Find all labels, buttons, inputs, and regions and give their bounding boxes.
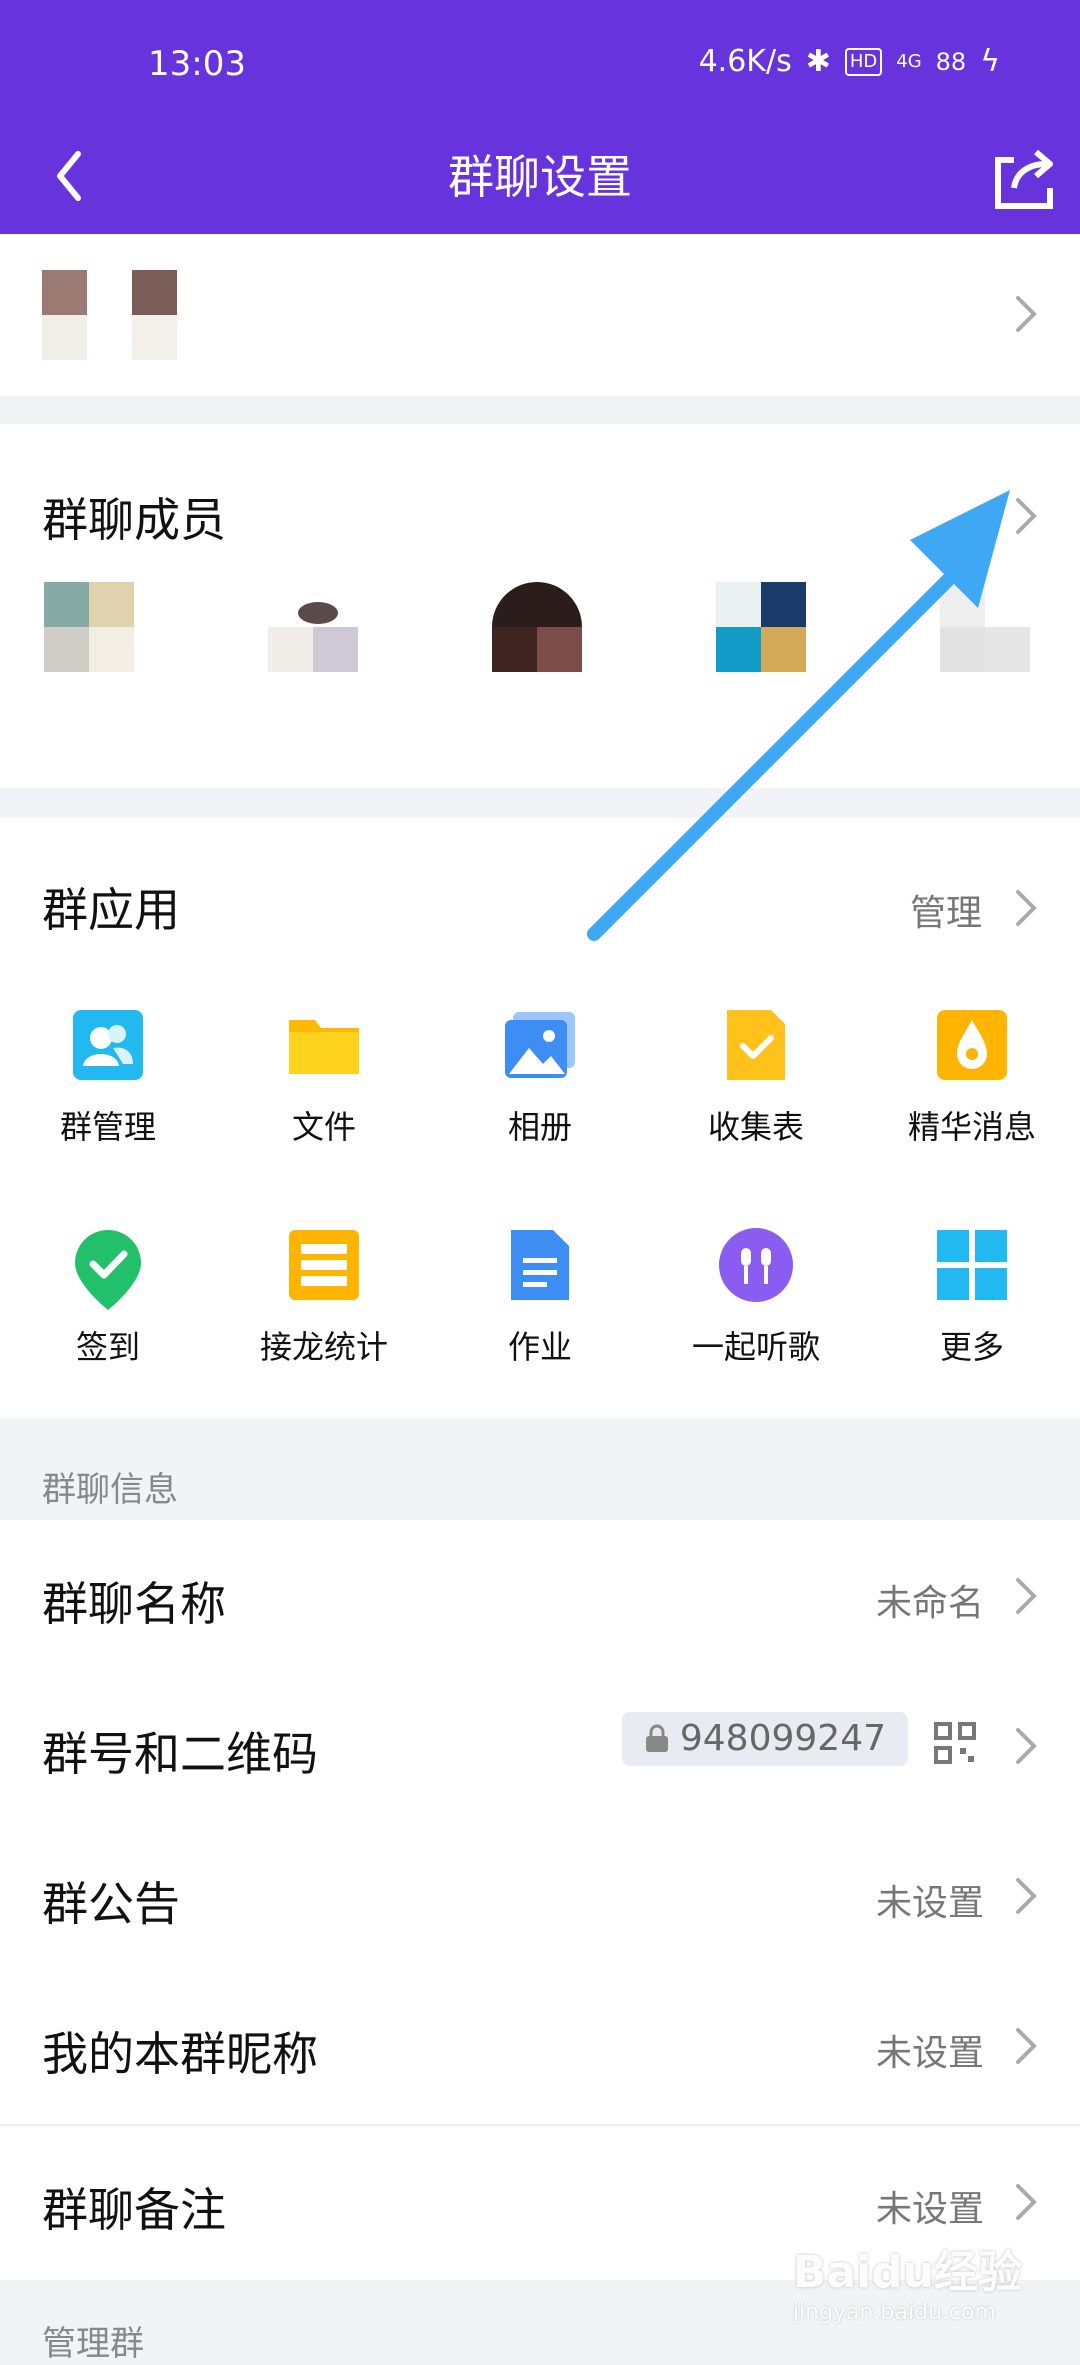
apps-manage-button[interactable]: 管理 xyxy=(910,884,982,936)
member-avatar[interactable] xyxy=(716,582,806,672)
music-icon xyxy=(717,1226,795,1304)
chevron-right-icon xyxy=(1014,2026,1038,2066)
app-label: 一起听歌 xyxy=(691,1328,820,1366)
app-label: 作业 xyxy=(507,1328,572,1366)
status-bar: 13:03 4.6K/s ✱ HD 4G 88 ϟ xyxy=(0,0,1080,130)
app-form[interactable]: 收集表 xyxy=(648,1006,864,1148)
baidu-watermark: Baidu经验 jingyan.baidu.com xyxy=(793,2236,1022,2325)
row-value: 未设置 xyxy=(875,2189,984,2230)
app-solitaire[interactable]: 接龙统计 xyxy=(216,1226,432,1368)
app-label: 相册 xyxy=(507,1108,572,1146)
member-avatar[interactable] xyxy=(268,582,358,672)
apps-chevron-icon xyxy=(1014,888,1038,928)
row-value: 未设置 xyxy=(875,1883,984,1924)
qrcode-icon[interactable] xyxy=(934,1722,976,1764)
info-card: 群聊名称 未命名 群号和二维码 948099247 群公告 未设置 我的本群昵称… xyxy=(0,1520,1080,2280)
row-label: 群公告 xyxy=(42,1877,180,1931)
hd-badge: HD xyxy=(844,47,883,76)
battery-level: 88 xyxy=(935,47,967,76)
group-avatar xyxy=(42,270,132,360)
watermark-brand: Baidu经验 xyxy=(792,2247,1022,2298)
group-id-badge[interactable]: 948099247 xyxy=(621,1712,908,1766)
nav-bar: 群聊设置 xyxy=(0,130,1080,234)
members-chevron-icon[interactable] xyxy=(1014,496,1038,536)
app-music[interactable]: 一起听歌 xyxy=(648,1226,864,1368)
more-grid-icon xyxy=(933,1226,1011,1304)
share-button[interactable] xyxy=(984,138,1064,218)
network-type: 4G xyxy=(896,51,922,72)
status-indicators: 4.6K/s ✱ HD 4G 88 ϟ xyxy=(699,44,1000,79)
members-card: 群聊成员 xyxy=(0,424,1080,788)
charging-icon: ϟ xyxy=(980,44,1000,79)
row-announcement[interactable]: 群公告 未设置 xyxy=(0,1820,1080,1970)
group-avatar-part xyxy=(132,270,222,360)
status-time: 13:03 xyxy=(148,44,246,84)
form-icon xyxy=(717,1006,795,1084)
app-label: 文件 xyxy=(291,1108,356,1146)
lock-icon xyxy=(645,1724,668,1752)
checkin-icon xyxy=(69,1226,147,1310)
app-label: 收集表 xyxy=(707,1108,804,1146)
group-header-card[interactable] xyxy=(0,234,1080,396)
app-label: 群管理 xyxy=(59,1108,156,1146)
row-group-name[interactable]: 群聊名称 未命名 xyxy=(0,1520,1080,1670)
watermark-domain: jingyan.baidu.com xyxy=(792,2300,996,2325)
member-avatar[interactable] xyxy=(44,582,134,672)
row-group-id-qrcode[interactable]: 群号和二维码 948099247 xyxy=(0,1670,1080,1820)
group-id-value: 948099247 xyxy=(679,1718,886,1759)
row-my-nickname[interactable]: 我的本群昵称 未设置 xyxy=(0,1970,1080,2120)
app-group-manage[interactable]: 群管理 xyxy=(0,1006,216,1148)
row-label: 我的本群昵称 xyxy=(42,2027,318,2081)
row-value: 未命名 xyxy=(875,1583,984,1624)
members-title: 群聊成员 xyxy=(42,493,226,547)
row-label: 群号和二维码 xyxy=(42,1727,318,1781)
chevron-right-icon xyxy=(1014,1576,1038,1616)
chevron-right-icon xyxy=(1014,1876,1038,1916)
solitaire-icon xyxy=(285,1226,363,1304)
share-icon xyxy=(995,149,1053,209)
album-icon xyxy=(501,1006,579,1084)
row-label: 群聊名称 xyxy=(42,1577,226,1631)
apps-card: 群应用 管理 群管理 文件 相册 收集表 精华消息 签到 接龙统计 作业 一起听… xyxy=(0,818,1080,1418)
group-manage-icon xyxy=(69,1006,147,1084)
app-checkin[interactable]: 签到 xyxy=(0,1226,216,1368)
chevron-right-icon xyxy=(1014,1726,1038,1766)
app-more[interactable]: 更多 xyxy=(864,1226,1080,1368)
app-files[interactable]: 文件 xyxy=(216,1006,432,1148)
essence-icon xyxy=(933,1006,1011,1084)
apps-title: 群应用 xyxy=(42,883,180,937)
row-label: 群聊备注 xyxy=(42,2183,226,2237)
homework-icon xyxy=(501,1226,579,1304)
manage-section-label: 管理群 xyxy=(42,2324,144,2364)
chevron-right-icon xyxy=(1014,294,1038,334)
page-title: 群聊设置 xyxy=(448,150,632,204)
app-label: 接龙统计 xyxy=(259,1328,388,1366)
app-label: 精华消息 xyxy=(907,1108,1036,1146)
row-value: 未设置 xyxy=(875,2033,984,2074)
app-label: 更多 xyxy=(939,1328,1004,1366)
chevron-right-icon xyxy=(1014,2182,1038,2222)
folder-icon xyxy=(285,1006,363,1084)
app-homework[interactable]: 作业 xyxy=(432,1226,648,1368)
app-label: 签到 xyxy=(75,1328,140,1366)
member-avatar[interactable] xyxy=(492,582,582,672)
app-album[interactable]: 相册 xyxy=(432,1006,648,1148)
info-section-label: 群聊信息 xyxy=(42,1470,178,1510)
member-avatar[interactable] xyxy=(940,582,1030,672)
app-essence[interactable]: 精华消息 xyxy=(864,1006,1080,1148)
network-speed: 4.6K/s xyxy=(698,44,792,79)
bluetooth-icon: ✱ xyxy=(805,44,831,79)
